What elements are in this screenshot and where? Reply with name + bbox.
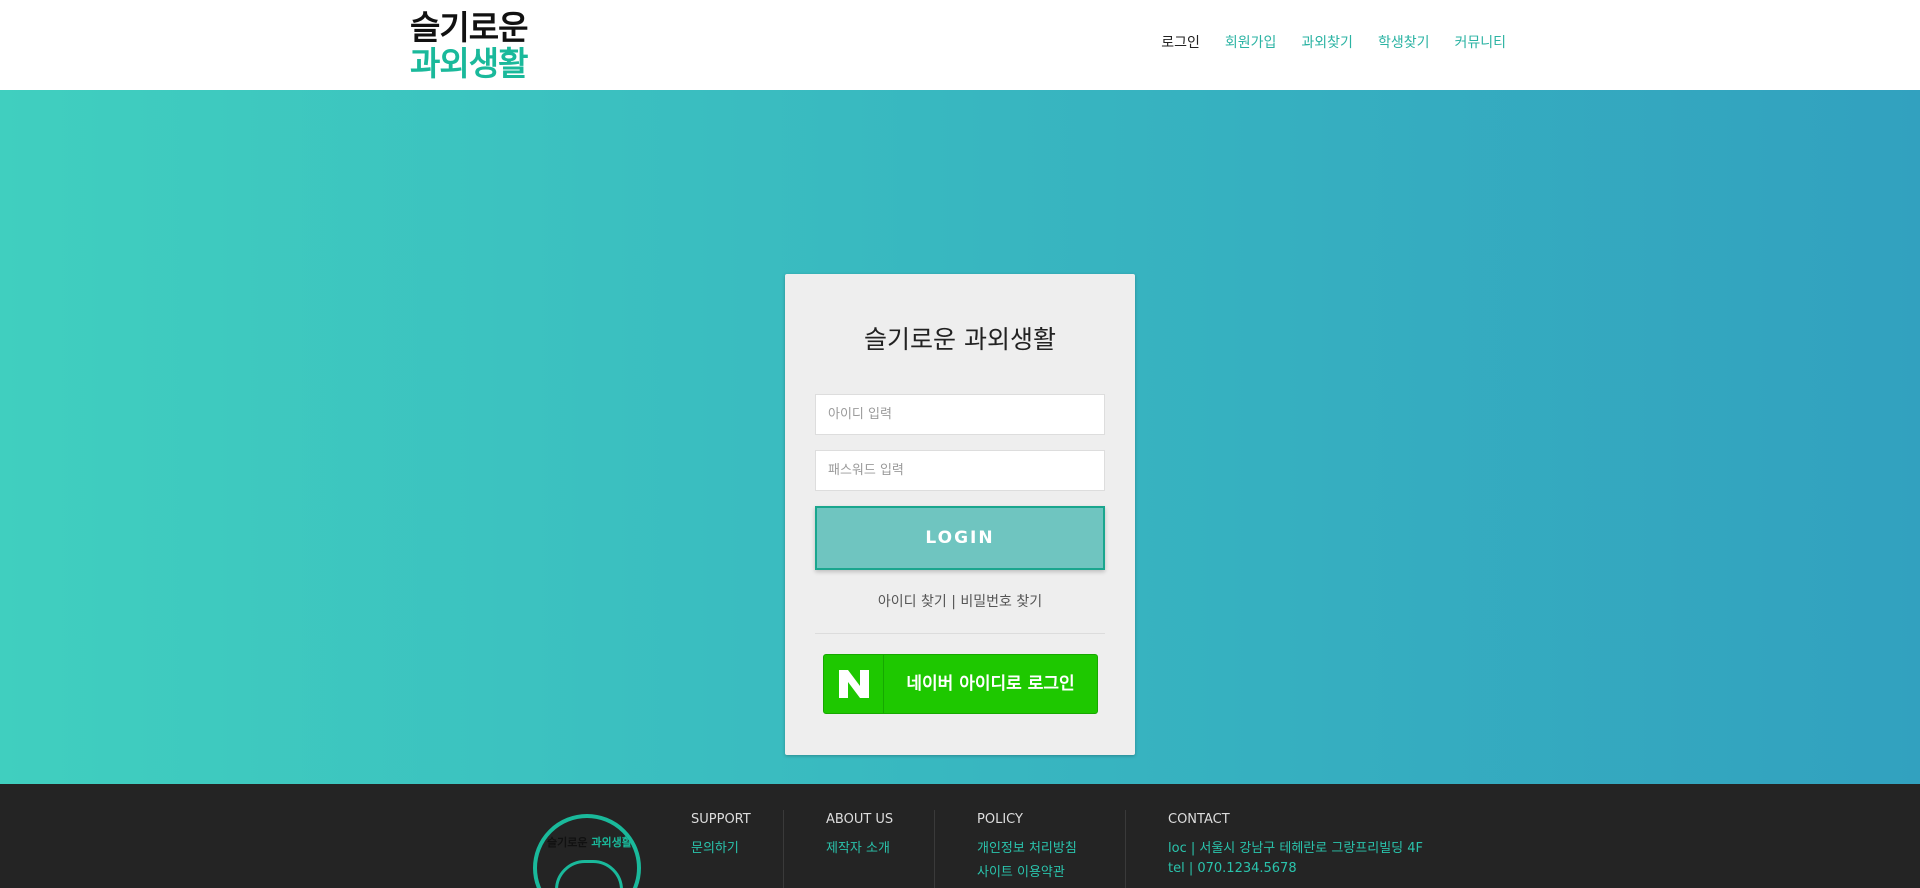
footer-separator: [783, 810, 784, 888]
site-footer: 슬기로운 과외생활 SUPPORT 문의하기 ABOUT US 제작자 소개 P…: [0, 784, 1920, 888]
footer-separator: [934, 810, 935, 888]
naver-login-label: 네이버 아이디로 로그인: [906, 674, 1075, 694]
naver-n-icon: [824, 655, 884, 713]
nav-signup[interactable]: 회원가입: [1225, 32, 1277, 52]
contact-tel: tel | 070.1234.5678: [1168, 861, 1297, 876]
footer-emblem-logo: 슬기로운 과외생활: [533, 814, 641, 888]
id-input[interactable]: [815, 394, 1105, 435]
site-logo[interactable]: 슬기로운 과외생활: [410, 8, 528, 83]
emblem-mascot-icon: [555, 860, 623, 888]
site-header: 슬기로운 과외생활 로그인 회원가입 과외찾기 학생찾기 커뮤니티: [0, 0, 1920, 90]
nav-find-tutor[interactable]: 과외찾기: [1301, 32, 1353, 52]
nav-find-student[interactable]: 학생찾기: [1378, 32, 1430, 52]
find-account-links: 아이디 찾기 | 비밀번호 찾기: [785, 591, 1135, 611]
password-input[interactable]: [815, 450, 1105, 491]
logo-line-1: 슬기로운: [410, 8, 528, 47]
find-id-link[interactable]: 아이디 찾기: [878, 594, 947, 610]
policy-heading: POLICY: [977, 812, 1023, 827]
footer-policy: POLICY 개인정보 처리방침 사이트 이용약관: [977, 812, 1077, 885]
divider: [815, 633, 1105, 634]
footer-separator: [1125, 810, 1126, 888]
contact-location: loc | 서울시 강남구 테헤란로 그랑프리빌딩 4F: [1168, 841, 1423, 856]
footer-about: ABOUT US 제작자 소개: [826, 812, 893, 861]
login-title: 슬기로운 과외생활: [864, 325, 1056, 354]
emblem-text: 슬기로운 과외생활: [547, 836, 632, 849]
footer-contact: CONTACT loc | 서울시 강남구 테헤란로 그랑프리빌딩 4F tel…: [1168, 812, 1423, 881]
find-password-link[interactable]: 비밀번호 찾기: [960, 594, 1042, 610]
nav-login[interactable]: 로그인: [1161, 32, 1200, 52]
privacy-policy-link[interactable]: 개인정보 처리방침: [977, 837, 1077, 856]
support-inquiry-link[interactable]: 문의하기: [691, 837, 751, 856]
main-nav: 로그인 회원가입 과외찾기 학생찾기 커뮤니티: [1136, 32, 1506, 52]
nav-community[interactable]: 커뮤니티: [1454, 32, 1506, 52]
login-button[interactable]: LOGIN: [815, 506, 1105, 570]
about-maker-link[interactable]: 제작자 소개: [826, 837, 893, 856]
logo-line-2: 과외생활: [410, 44, 528, 83]
terms-link[interactable]: 사이트 이용약관: [977, 861, 1077, 880]
support-heading: SUPPORT: [691, 812, 751, 827]
naver-login-button[interactable]: 네이버 아이디로 로그인: [823, 654, 1098, 714]
find-separator: |: [951, 594, 956, 610]
footer-support: SUPPORT 문의하기: [691, 812, 751, 861]
hero-background: 슬기로운 과외생활 LOGIN 아이디 찾기 | 비밀번호 찾기 네이버 아이디…: [0, 90, 1920, 784]
contact-heading: CONTACT: [1168, 812, 1230, 827]
about-heading: ABOUT US: [826, 812, 894, 827]
login-card: 슬기로운 과외생활 LOGIN 아이디 찾기 | 비밀번호 찾기 네이버 아이디…: [785, 274, 1135, 755]
